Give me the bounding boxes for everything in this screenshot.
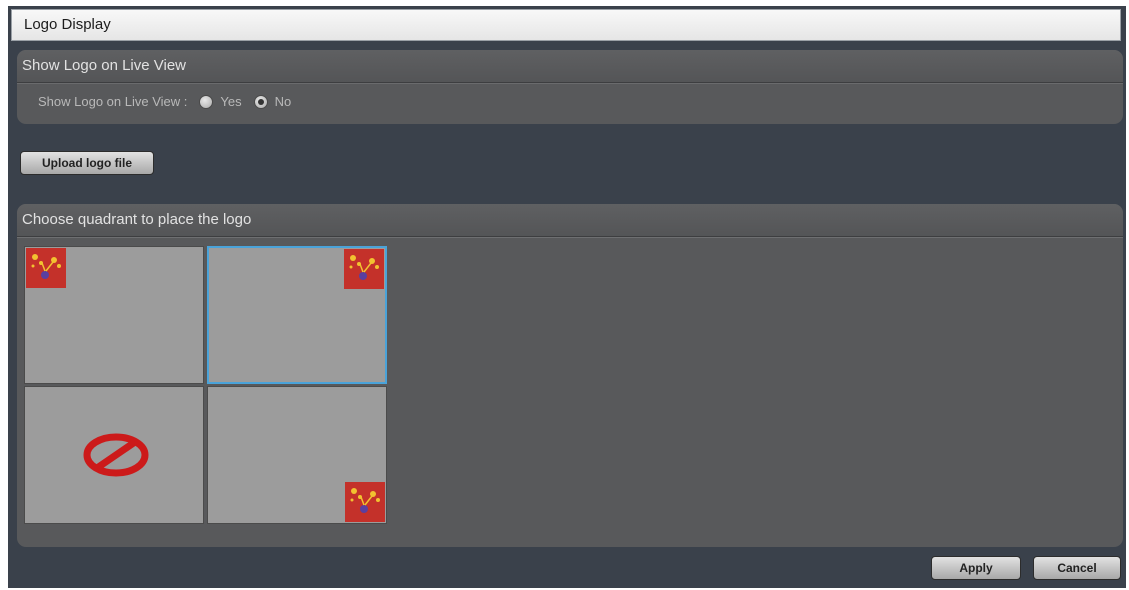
show-logo-label: Show Logo on Live View : [38, 94, 188, 109]
live-view-option-row: Show Logo on Live View : Yes No [17, 83, 1123, 120]
logo-thumbnail-icon [345, 482, 385, 522]
no-radio-label[interactable]: No [275, 84, 292, 120]
quadrant-bottom-right[interactable] [207, 386, 387, 524]
cancel-button[interactable]: Cancel [1033, 556, 1121, 580]
yes-radio[interactable] [199, 95, 214, 109]
yes-radio-label[interactable]: Yes [220, 84, 241, 120]
logo-thumbnail-icon [344, 249, 384, 289]
window-title: Logo Display [11, 9, 1121, 41]
logo-thumbnail-icon [26, 248, 66, 288]
quadrant-panel-header: Choose quadrant to place the logo [17, 204, 1123, 237]
quadrant-bottom-left[interactable] [24, 386, 204, 524]
quadrant-grid [17, 237, 1123, 544]
no-radio[interactable] [253, 95, 268, 109]
no-entry-icon [83, 433, 149, 477]
quadrant-panel: Choose quadrant to place the logo [17, 204, 1123, 547]
quadrant-top-right[interactable] [207, 246, 387, 384]
upload-logo-button[interactable]: Upload logo file [20, 151, 154, 175]
apply-button[interactable]: Apply [931, 556, 1021, 580]
quadrant-top-left[interactable] [24, 246, 204, 384]
live-view-panel-header: Show Logo on Live View [17, 50, 1123, 83]
live-view-panel: Show Logo on Live View Show Logo on Live… [17, 50, 1123, 124]
logo-display-window: Logo Display Show Logo on Live View Show… [8, 6, 1126, 588]
